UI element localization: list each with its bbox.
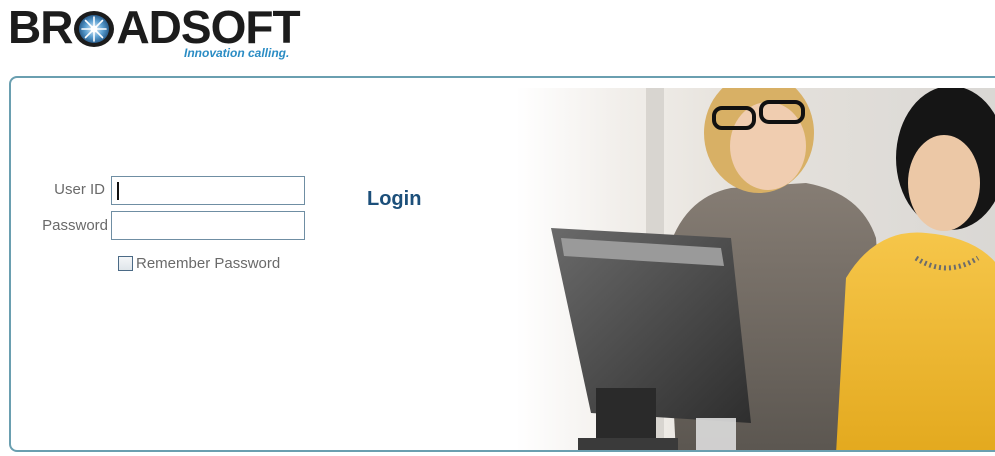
login-button[interactable]: Login — [367, 188, 421, 211]
wordmark-star-slot — [72, 9, 116, 47]
text-caret — [117, 182, 119, 200]
people-at-computer-illustration — [516, 88, 995, 450]
remember-password-row[interactable]: Remember Password — [118, 253, 280, 273]
remember-password-checkbox[interactable] — [118, 255, 133, 271]
brand-tagline: Innovation calling. — [184, 46, 290, 60]
wordmark-part-1: BR — [8, 1, 73, 53]
password-label: Password — [42, 217, 108, 234]
userid-label: User ID — [54, 181, 105, 198]
remember-password-label: Remember Password — [136, 254, 281, 272]
password-input[interactable] — [111, 211, 305, 240]
brand-logo: BR ADSOFT Innovation calling. — [8, 3, 308, 63]
login-panel: User ID Password Remember Password Login — [9, 76, 995, 452]
star-burst-icon — [74, 11, 115, 47]
brand-wordmark: BR ADSOFT — [8, 1, 301, 53]
userid-input[interactable] — [111, 176, 305, 205]
